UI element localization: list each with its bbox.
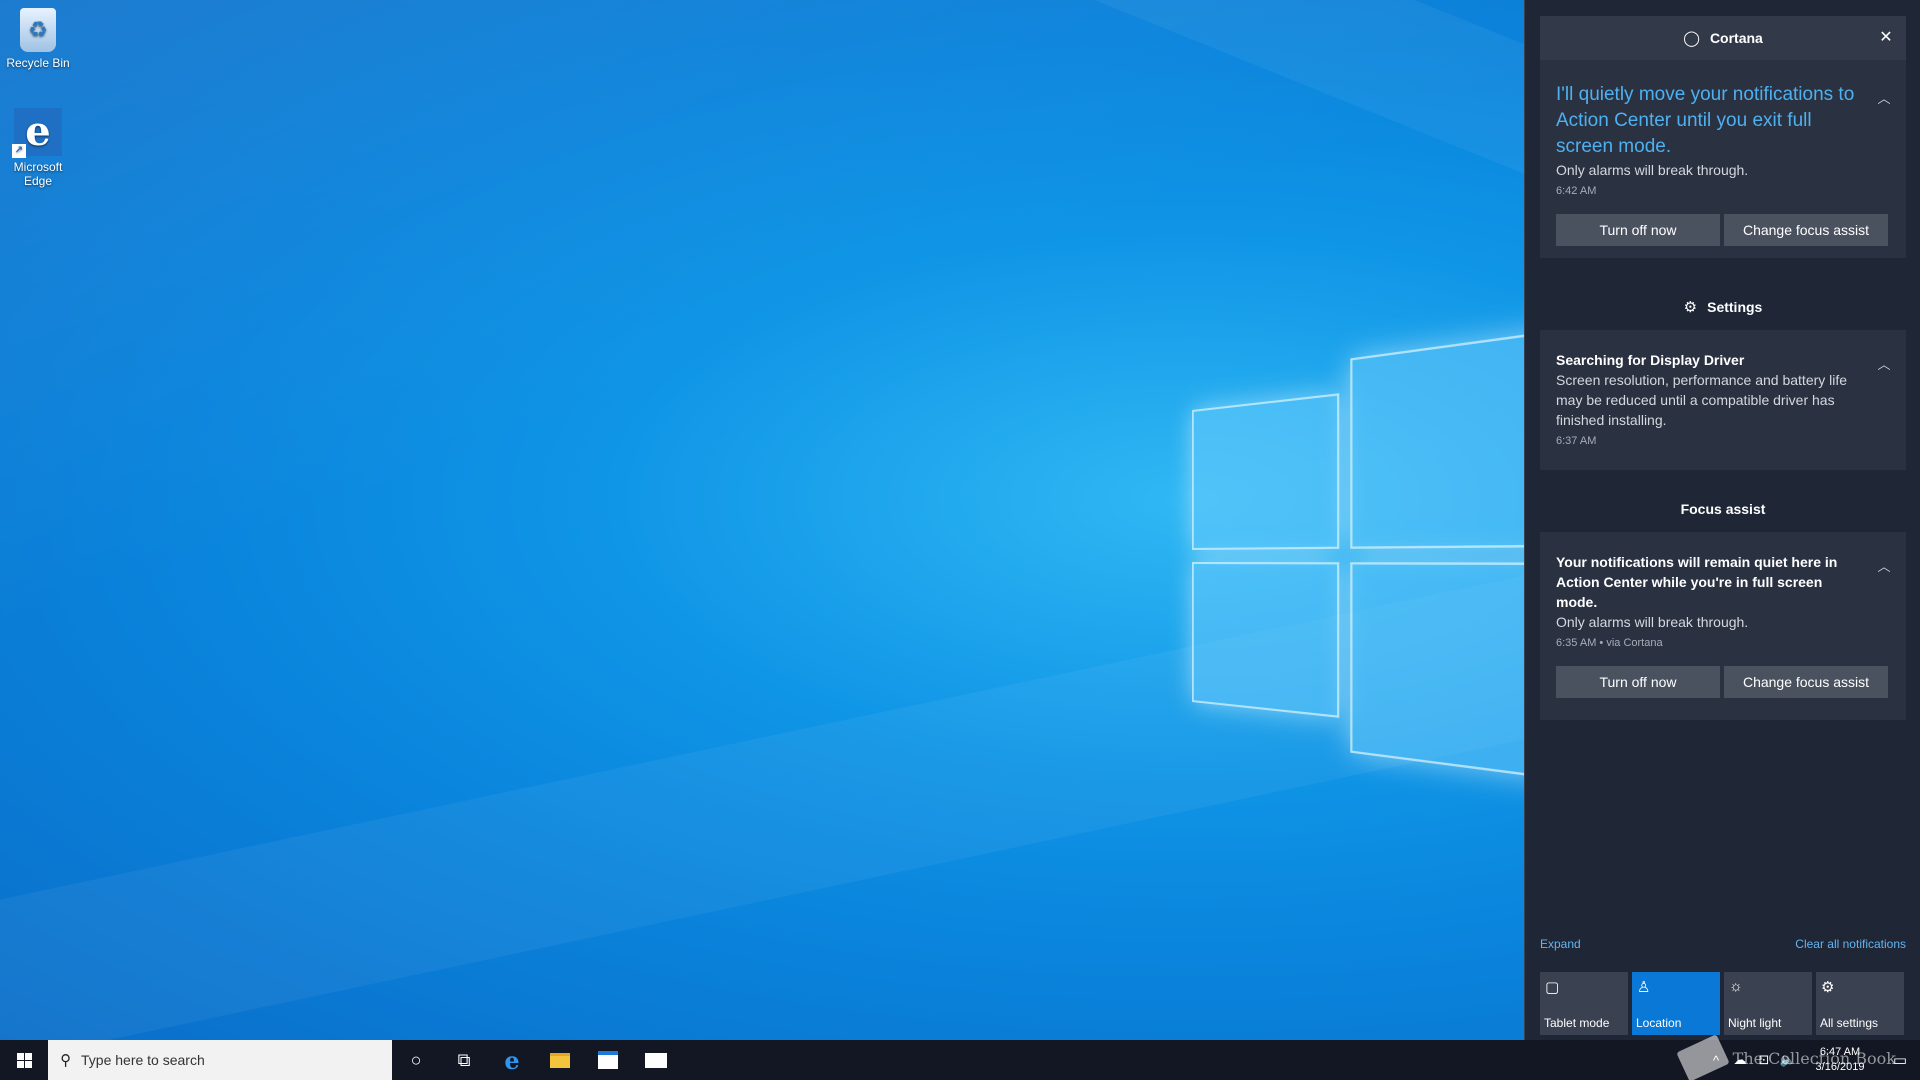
chevron-up-icon[interactable]: ︿ — [1876, 354, 1892, 373]
cortana-circle-icon: ◯ — [1683, 30, 1700, 47]
desktop-wallpaper: ♻ Recycle Bin e ↗ Microsoft Edge — [0, 0, 1524, 1040]
quick-action-label: Tablet mode — [1544, 1016, 1610, 1030]
quick-action-night-light[interactable]: ☼ Night light — [1724, 972, 1812, 1035]
close-icon[interactable]: ✕ — [1876, 28, 1896, 48]
notification-title: I'll quietly move your notifications to … — [1556, 84, 1855, 157]
expand-link[interactable]: Expand — [1540, 937, 1581, 951]
quick-action-label: Location — [1636, 1016, 1682, 1030]
logo-pane — [1350, 322, 1524, 549]
taskbar: ⚲ Type here to search ○ ⧉ e ^ ☁ ⊡ 🔈 6:47… — [0, 1040, 1920, 1080]
cortana-group-header[interactable]: ◯ Cortana ✕ — [1540, 16, 1906, 60]
group-title: Settings — [1707, 299, 1763, 315]
gear-icon: ⚙ — [1821, 979, 1835, 996]
task-view-icon: ⧉ — [457, 1049, 471, 1070]
desktop-icon-microsoft-edge[interactable]: e ↗ Microsoft Edge — [0, 108, 76, 188]
quick-action-label: Night light — [1728, 1016, 1782, 1030]
watermark-text: The Collection Book — [1732, 1048, 1896, 1068]
quick-action-all-settings[interactable]: ⚙ All settings — [1816, 972, 1904, 1035]
action-center-links: Expand Clear all notifications — [1540, 937, 1906, 957]
taskbar-mail-button[interactable] — [632, 1040, 680, 1080]
desktop-icon-label: Recycle Bin — [6, 56, 70, 70]
chevron-up-icon[interactable]: ︿ — [1876, 88, 1892, 107]
edge-icon: e — [504, 1045, 520, 1075]
recycle-bin-icon: ♻ — [20, 8, 56, 52]
cortana-circle-icon: ○ — [410, 1049, 422, 1070]
notification-body: Screen resolution, performance and batte… — [1556, 372, 1848, 428]
mail-icon — [645, 1052, 667, 1068]
notification-card-cortana[interactable]: ︿ I'll quietly move your notifications t… — [1540, 60, 1906, 258]
notification-body: Only alarms will break through. — [1556, 162, 1749, 178]
logo-pane — [1192, 562, 1340, 718]
taskbar-store-button[interactable] — [584, 1040, 632, 1080]
taskbar-file-explorer-button[interactable] — [536, 1040, 584, 1080]
turn-off-now-button[interactable]: Turn off now — [1556, 214, 1720, 246]
settings-group-header[interactable]: ⚙ Settings — [1540, 298, 1906, 316]
night-light-icon: ☼ — [1729, 978, 1743, 995]
turn-off-now-button[interactable]: Turn off now — [1556, 666, 1720, 698]
quick-action-label: All settings — [1820, 1016, 1879, 1030]
search-box[interactable]: ⚲ Type here to search — [48, 1040, 392, 1080]
focus-assist-group-header[interactable]: Focus assist — [1540, 501, 1906, 517]
change-focus-assist-button[interactable]: Change focus assist — [1724, 214, 1888, 246]
notification-card-display-driver[interactable]: ︿ Searching for Display Driver Screen re… — [1540, 330, 1906, 470]
quick-action-location[interactable]: ♙ Location — [1632, 972, 1720, 1035]
notification-card-focus-assist[interactable]: ︿ Your notifications will remain quiet h… — [1540, 532, 1906, 720]
task-view-button[interactable]: ⧉ — [440, 1040, 488, 1080]
tablet-mode-icon: ▢ — [1545, 979, 1560, 996]
windows-icon — [16, 1052, 32, 1068]
search-icon: ⚲ — [60, 1052, 71, 1069]
desktop-icon-recycle-bin[interactable]: ♻ Recycle Bin — [0, 8, 76, 70]
cortana-button[interactable]: ○ — [392, 1040, 440, 1080]
start-button[interactable] — [0, 1040, 48, 1080]
notification-body: Only alarms will break through. — [1556, 614, 1749, 630]
quick-actions: ▢ Tablet mode ♙ Location ☼ Night light ⚙… — [1540, 972, 1904, 1035]
logo-pane — [1192, 393, 1340, 550]
clear-all-notifications-link[interactable]: Clear all notifications — [1795, 937, 1906, 951]
edge-icon: e ↗ — [12, 108, 62, 158]
action-center-panel: ◯ Cortana ✕ ︿ I'll quietly move your not… — [1524, 0, 1920, 1040]
notification-title: Your notifications will remain quiet her… — [1556, 554, 1838, 610]
gear-icon: ⚙ — [1683, 299, 1698, 316]
folder-icon — [550, 1052, 570, 1068]
notification-time: 6:37 AM — [1556, 435, 1597, 447]
book-icon — [1675, 1034, 1730, 1080]
desktop-icon-label: Microsoft Edge — [13, 160, 63, 188]
location-icon: ♙ — [1637, 979, 1651, 996]
chevron-up-icon[interactable]: ︿ — [1876, 556, 1892, 575]
notification-time: 6:35 AM • via Cortana — [1556, 637, 1663, 649]
windows-logo-wallpaper — [1192, 322, 1524, 798]
group-title: Cortana — [1709, 30, 1763, 46]
logo-pane — [1350, 562, 1524, 787]
store-icon — [598, 1051, 618, 1069]
search-placeholder: Type here to search — [81, 1052, 205, 1068]
notification-time: 6:42 AM — [1556, 185, 1597, 197]
taskbar-edge-button[interactable]: e — [488, 1040, 536, 1080]
change-focus-assist-button[interactable]: Change focus assist — [1724, 666, 1888, 698]
quick-action-tablet-mode[interactable]: ▢ Tablet mode — [1540, 972, 1628, 1035]
notification-title: Searching for Display Driver — [1556, 352, 1745, 368]
watermark: The Collection Book — [1675, 1034, 1896, 1080]
light-beam — [0, 0, 1524, 236]
